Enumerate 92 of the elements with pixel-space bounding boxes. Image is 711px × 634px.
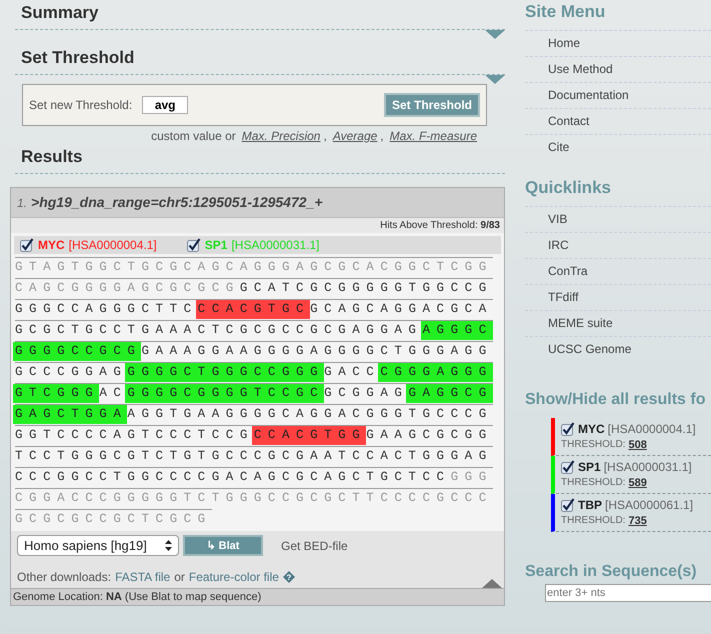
help-icon[interactable]: ? (282, 571, 295, 583)
factor-name: SP1 (578, 459, 601, 475)
sequence-text: CCCGGCCTGGCCCCGACAGCGCAGCTGCTCC (14, 469, 451, 486)
feature-color-link[interactable]: Feature-color file (188, 570, 279, 584)
fasta-link[interactable]: FASTA file (115, 570, 170, 584)
separator-comma: , (380, 129, 384, 143)
sequence-text: GCATCGCGGGGGTGGCCG (238, 280, 493, 297)
motif-hit[interactable]: CCACGTGC (196, 300, 310, 319)
threshold-link[interactable]: 589 (628, 475, 647, 491)
sidebar-heading: Site Menu (525, 2, 606, 22)
genome-location: Genome Location: NA (Use Blat to map sequence) (11, 588, 504, 605)
factor-name: MYC (578, 421, 605, 437)
quicklink[interactable]: MEME suite (548, 316, 613, 330)
collapse-triangle-icon[interactable] (482, 579, 502, 588)
sequence-index: 1. (17, 196, 28, 210)
factor-id: [HSA0000031.1] (604, 459, 692, 475)
sidebar-heading: Show/Hide all results fo (525, 390, 706, 410)
bed-file-link[interactable]: Get BED-file (281, 538, 348, 552)
section-heading: Results (21, 147, 84, 167)
quicklink[interactable]: VIB (548, 212, 568, 226)
preset-link[interactable]: Max. F-measure (390, 129, 477, 143)
sequence-text: GCAGCAGGACGCA (309, 301, 493, 318)
threshold-label: THRESHOLD: (561, 476, 626, 490)
sequence-text: CGGACCCGGGGGTCTGGGCCGCGCTTCCCCGCCC (14, 490, 493, 507)
checkbox[interactable] (20, 238, 34, 252)
threshold-label: THRESHOLD: (561, 514, 626, 528)
sequence-text: GCCCGGAG (14, 364, 128, 381)
menu-link[interactable]: Home (548, 36, 580, 50)
sequence-text: TCCTGGGCGTCTGTGCCCGCGAATCCACTGGGAG (14, 448, 493, 465)
sequence-text: GTAGTGGCTGCGCAGCAGGGAGCGCACGGCTCGG (14, 259, 493, 276)
checkbox[interactable] (561, 498, 575, 512)
checkbox[interactable] (561, 422, 575, 436)
motif-hit[interactable]: AGGGC (420, 321, 493, 340)
checkbox[interactable] (561, 460, 575, 474)
collapse-triangle-icon[interactable] (485, 75, 505, 84)
motif-hit[interactable]: GGGGCGGGGTCCGC (125, 384, 324, 403)
sequence-text: GCGCGCCGCTCGCG (14, 511, 212, 528)
sequence-text: AGGTGAAGGGGCAGGACGGGTGCCCG (126, 406, 493, 423)
quicklink[interactable]: TFdiff (548, 290, 578, 304)
threshold-label: THRESHOLD: (561, 438, 626, 452)
sequence-text: GCGCTGCCTGAAACTCGCGCCGCGAGGAG (14, 322, 422, 339)
factor-name: MYC (38, 238, 65, 252)
sidebar-heading: Search in Sequence(s) (525, 562, 698, 582)
quicklink[interactable]: ConTra (548, 264, 588, 278)
collapse-triangle-icon[interactable] (485, 30, 505, 39)
downloads-label: Other downloads: (17, 570, 112, 584)
separator-comma: , (323, 129, 327, 143)
sequence-text: GCGGAG (323, 385, 408, 402)
sequence-text: GGG (450, 469, 493, 486)
sidebar-heading: Quicklinks (525, 178, 612, 198)
search-field[interactable]: enter 3+ nts (545, 584, 711, 602)
factor-id: [HSA0000031.1] (231, 238, 320, 252)
hits-count: Hits Above Threshold: 9/83 (380, 220, 500, 231)
threshold-label: Set new Threshold: (29, 98, 132, 112)
menu-link[interactable]: Contact (548, 114, 590, 128)
threshold-input[interactable]: avg (142, 96, 188, 114)
menu-link[interactable]: Cite (548, 140, 570, 154)
sequence-text: GAAGCGCGG (365, 427, 493, 444)
factor-name: TBP (578, 497, 602, 513)
threshold-link[interactable]: 508 (628, 437, 647, 453)
section-heading: Set Threshold (21, 48, 136, 68)
sequence-text: CAGCGGGGAGCGCGCG (14, 280, 240, 297)
hint-text: custom value or (151, 129, 236, 143)
motif-hit[interactable]: GGGGCCGCG (13, 342, 142, 361)
menu-link[interactable]: Use Method (548, 62, 613, 76)
sequence-text: GGTCCCCAGTCCCTCCG (14, 427, 254, 444)
sequence-text: GACC (323, 364, 380, 381)
sequence-text: AC (98, 385, 128, 402)
motif-hit[interactable]: GAGGCG (406, 384, 493, 403)
preset-link[interactable]: Max. Precision (242, 129, 320, 143)
checkbox[interactable] (186, 238, 201, 252)
quicklink[interactable]: UCSC Genome (548, 342, 632, 356)
factor-id: [HSA0000061.1] (605, 497, 694, 513)
motif-hit[interactable]: GAGCTGGA (13, 405, 128, 424)
motif-hit[interactable]: CCACGTGG (252, 426, 366, 445)
quicklink[interactable]: IRC (548, 238, 569, 252)
threshold-link[interactable]: 735 (628, 513, 647, 529)
factor-id: [HSA0000004.1] (68, 238, 157, 252)
species-select[interactable]: Homo sapiens [hg19] (17, 535, 179, 556)
factor-name: SP1 (204, 238, 228, 252)
factor-id: [HSA0000004.1] (608, 421, 696, 437)
sequence-name: >hg19_dna_range=chr5:1295051-1295472_+ (31, 194, 322, 210)
updown-arrows-icon (165, 540, 172, 551)
sequence-text: GGGCCAGGGCTTC (14, 301, 198, 318)
motif-hit[interactable]: CGGGAGGG (378, 363, 493, 382)
or-text: or (174, 570, 185, 584)
section-heading: Summary (21, 3, 100, 23)
sequence-text: GAAAGGAAGGGGAGGGGCTGGGAGG (140, 343, 493, 360)
motif-hit[interactable]: GGGGCTGGGCCGGG (125, 363, 324, 382)
menu-link[interactable]: Documentation (548, 88, 629, 102)
motif-hit[interactable]: GTCGGG (13, 384, 100, 403)
preset-link[interactable]: Average (332, 129, 378, 143)
